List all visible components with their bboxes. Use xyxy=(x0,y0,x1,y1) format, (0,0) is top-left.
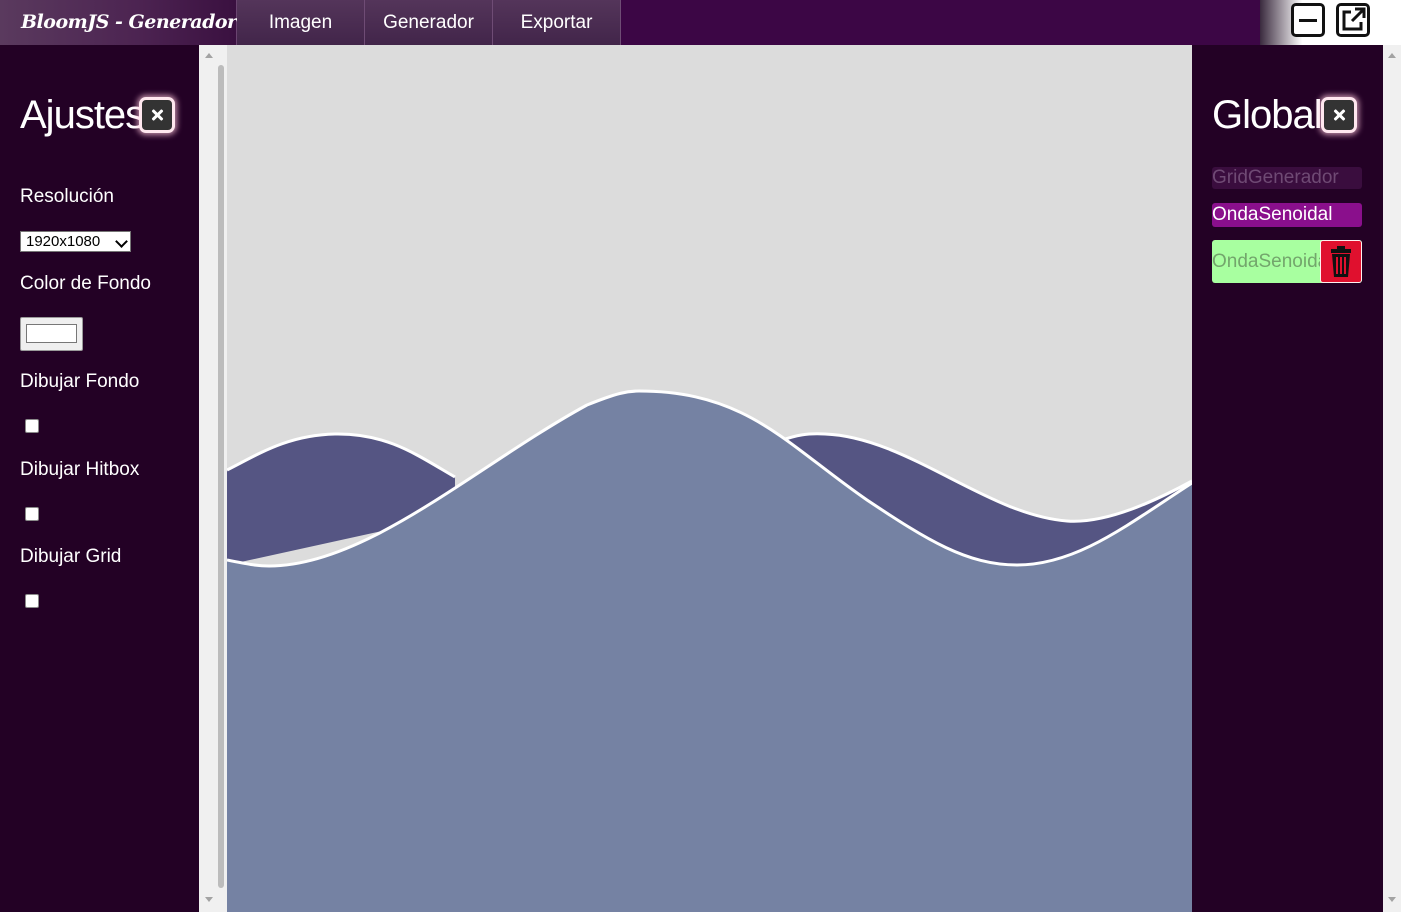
close-icon xyxy=(1332,108,1346,122)
resolution-label: Resolución xyxy=(20,186,114,207)
draw-grid-label: Dibujar Grid xyxy=(20,546,122,567)
settings-title: Ajustes xyxy=(20,93,145,137)
app-logo: BloomJS - Generador xyxy=(0,0,237,45)
color-swatch xyxy=(26,324,77,343)
canvas-scrollbar[interactable] xyxy=(199,45,227,912)
top-menu-bar: BloomJS - Generador Imagen Generador Exp… xyxy=(0,0,1401,45)
bg-color-picker[interactable] xyxy=(20,317,83,351)
close-icon xyxy=(150,108,164,122)
delete-layer-button[interactable] xyxy=(1320,240,1362,283)
layer-item-ondasenoidal-hover[interactable]: OndaSenoidal xyxy=(1212,240,1362,283)
scroll-up-arrow-icon[interactable] xyxy=(1388,53,1396,58)
menu-imagen[interactable]: Imagen xyxy=(237,0,365,45)
scroll-down-arrow-icon[interactable] xyxy=(205,897,213,902)
resolution-select[interactable]: 1920x1080 xyxy=(20,231,131,252)
settings-close-button[interactable] xyxy=(139,97,175,133)
global-panel: Global GridGenerador OndaSenoidal OndaSe… xyxy=(1192,45,1383,912)
draw-hitbox-label: Dibujar Hitbox xyxy=(20,459,140,480)
menu-exportar[interactable]: Exportar xyxy=(493,0,621,45)
window-controls xyxy=(1260,0,1401,45)
settings-panel: Ajustes Resolución 1920x1080 Color de Fo… xyxy=(0,45,199,912)
trash-icon xyxy=(1331,246,1351,277)
render-canvas[interactable] xyxy=(227,45,1192,912)
chevron-down-icon xyxy=(115,235,128,248)
layer-label: OndaSenoidal xyxy=(1212,251,1333,272)
page-scrollbar[interactable] xyxy=(1383,45,1401,912)
global-title: Global xyxy=(1212,93,1323,137)
global-close-button[interactable] xyxy=(1321,97,1357,133)
scroll-up-arrow-icon[interactable] xyxy=(205,53,213,58)
draw-hitbox-checkbox[interactable] xyxy=(25,507,39,521)
draw-grid-checkbox[interactable] xyxy=(25,594,39,608)
layer-item-ondasenoidal-selected[interactable]: OndaSenoidal xyxy=(1212,203,1362,227)
external-link-icon[interactable] xyxy=(1336,3,1370,37)
draw-bg-label: Dibujar Fondo xyxy=(20,371,140,392)
scroll-down-arrow-icon[interactable] xyxy=(1388,897,1396,902)
minimize-icon[interactable] xyxy=(1291,3,1325,37)
scrollbar-thumb[interactable] xyxy=(218,65,224,888)
layer-item-gridgenerador[interactable]: GridGenerador xyxy=(1212,167,1362,189)
draw-bg-checkbox[interactable] xyxy=(25,419,39,433)
menu-generador[interactable]: Generador xyxy=(365,0,493,45)
resolution-value: 1920x1080 xyxy=(26,233,101,250)
bg-color-label: Color de Fondo xyxy=(20,273,151,294)
